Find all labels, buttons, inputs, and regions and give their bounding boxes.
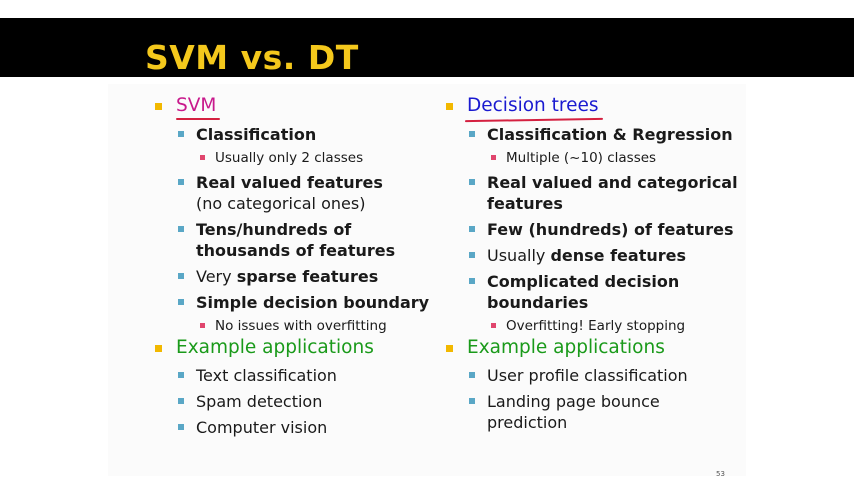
bullet-square-icon: [178, 131, 184, 137]
svm-apps-heading: Example applications: [176, 337, 374, 358]
bullet-square-icon: [178, 398, 184, 404]
bullet-square-icon: [178, 424, 184, 430]
svm-underline: [176, 118, 220, 120]
svm-point-3: Tens/hundreds of: [196, 220, 352, 239]
bullet-square-icon: [446, 103, 453, 110]
title-bar: SVM vs. DT: [0, 18, 854, 77]
svm-point-5-sub: No issues with overfitting: [215, 318, 387, 334]
bullet-square-icon: [178, 372, 184, 378]
dt-point-4: Usually dense features: [487, 246, 686, 265]
bullet-square-icon: [178, 299, 184, 305]
slide-title: SVM vs. DT: [145, 38, 359, 77]
svm-point-4-prefix: Very: [196, 267, 237, 286]
bullet-square-icon: [469, 179, 475, 185]
top-margin: [0, 0, 854, 18]
svm-point-1: Classification: [196, 125, 317, 144]
dt-point-1-sub: Multiple (~10) classes: [506, 150, 657, 166]
bullet-square-icon: [178, 273, 184, 279]
dt-app-2-line2: prediction: [487, 413, 568, 432]
dt-point-3: Few (hundreds) of features: [487, 220, 734, 239]
bullet-square-icon: [155, 103, 162, 110]
dt-point-5-line2: boundaries: [487, 293, 589, 312]
bullet-square-icon: [469, 398, 475, 404]
bullet-square-icon: [469, 226, 475, 232]
svm-point-3-line2: thousands of features: [196, 241, 396, 260]
bullet-square-icon: [469, 252, 475, 258]
page-number: 53: [716, 470, 725, 478]
bullet-square-icon: [200, 155, 205, 160]
svm-point-4: Very sparse features: [196, 267, 378, 286]
bullet-square-icon: [200, 323, 205, 328]
svm-point-2: Real valued features: [196, 173, 383, 192]
dt-point-5-sub: Overfitting! Early stopping: [506, 318, 686, 334]
dt-point-5: Complicated decision: [487, 272, 680, 291]
bullet-square-icon: [491, 155, 496, 160]
bullet-square-icon: [469, 131, 475, 137]
bullet-square-icon: [469, 278, 475, 284]
dt-point-4-prefix: Usually: [487, 246, 551, 265]
bullet-square-icon: [491, 323, 496, 328]
bullet-square-icon: [469, 372, 475, 378]
dt-app-2: Landing page bounce: [487, 392, 660, 411]
dt-point-2: Real valued and categorical: [487, 173, 738, 192]
svm-point-5: Simple decision boundary: [196, 293, 430, 312]
dt-heading: Decision trees: [467, 95, 599, 116]
bullet-square-icon: [178, 179, 184, 185]
svm-heading: SVM: [176, 95, 217, 116]
svm-app-2: Spam detection: [196, 392, 323, 411]
dt-app-1: User profile classification: [487, 366, 688, 385]
bullet-square-icon: [155, 345, 162, 352]
bullet-square-icon: [178, 226, 184, 232]
dt-point-1: Classification & Regression: [487, 125, 733, 144]
svm-point-1-sub: Usually only 2 classes: [215, 150, 364, 166]
dt-point-4-bold: dense features: [550, 246, 686, 265]
dt-point-2-line2: features: [487, 194, 563, 213]
svm-point-4-bold: sparse features: [236, 267, 379, 286]
dt-apps-heading: Example applications: [467, 337, 665, 358]
bullet-square-icon: [446, 345, 453, 352]
svm-app-3: Computer vision: [196, 418, 328, 437]
svm-app-1: Text classification: [196, 366, 337, 385]
svm-point-2-extra: (no categorical ones): [196, 194, 366, 213]
